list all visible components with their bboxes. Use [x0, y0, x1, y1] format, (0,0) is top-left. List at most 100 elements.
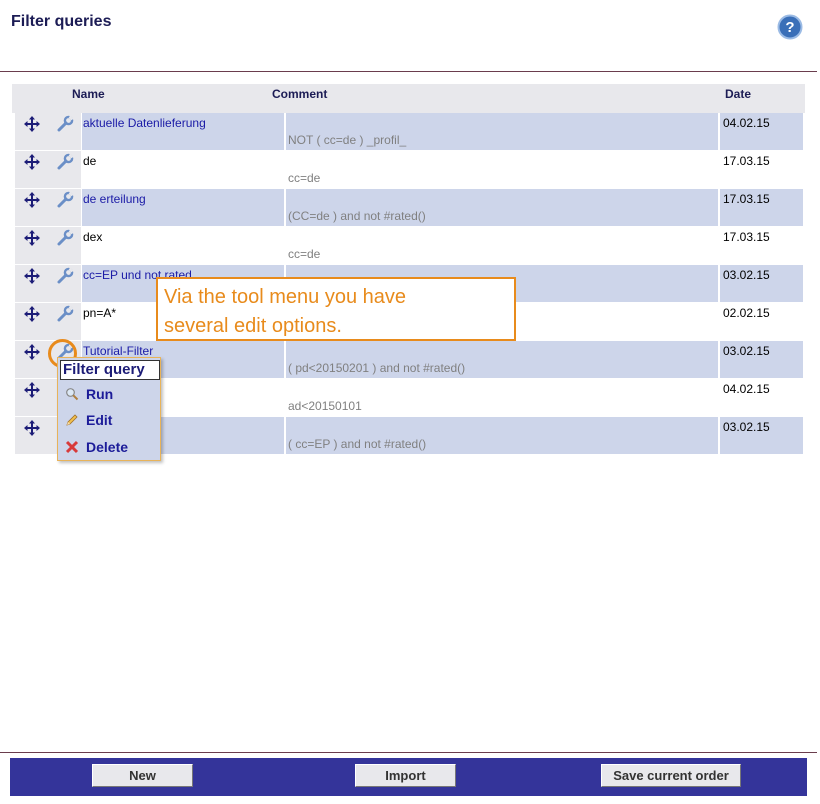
- query-comment: ( pd<20150201 ) and not #rated(): [288, 361, 466, 375]
- move-handle-icon[interactable]: [24, 230, 40, 246]
- tool-context-menu: Filter query Run Edit Delete: [57, 357, 161, 461]
- query-date: 02.02.15: [723, 306, 770, 320]
- query-name: de: [83, 154, 97, 168]
- query-comment: NOT ( cc=de ) _profil_: [288, 133, 407, 147]
- pencil-icon: [66, 414, 78, 426]
- tool-cell: [48, 265, 81, 302]
- table-row: de cc=de 17.03.15: [12, 151, 805, 189]
- query-date: 04.02.15: [723, 116, 770, 130]
- query-date: 17.03.15: [723, 230, 770, 244]
- comment-cell: (CC=de ) and not #rated(): [286, 189, 718, 226]
- move-cell: [15, 227, 48, 264]
- wrench-icon[interactable]: [56, 305, 74, 323]
- table-row: dex cc=de 17.03.15: [12, 227, 805, 265]
- move-handle-icon[interactable]: [24, 268, 40, 284]
- menu-item-delete[interactable]: Delete: [62, 438, 158, 458]
- query-comment: cc=de: [288, 171, 321, 185]
- footer-divider: [0, 752, 817, 753]
- move-cell: [15, 341, 48, 378]
- comment-cell: cc=de: [286, 227, 718, 264]
- move-handle-icon[interactable]: [24, 154, 40, 170]
- tool-cell: [48, 227, 81, 264]
- move-handle-icon[interactable]: [24, 306, 40, 322]
- move-handle-icon[interactable]: [24, 344, 40, 360]
- comment-cell: ad<20150101: [286, 379, 718, 416]
- tutorial-callout: Via the tool menu you have several edit …: [156, 277, 516, 341]
- query-name[interactable]: de erteilung: [83, 192, 146, 206]
- column-header-name[interactable]: Name: [72, 87, 105, 101]
- comment-cell: NOT ( cc=de ) _profil_: [286, 113, 718, 150]
- move-cell: [15, 265, 48, 302]
- table-row: de erteilung (CC=de ) and not #rated() 17.…: [12, 189, 805, 227]
- menu-item-run[interactable]: Run: [62, 385, 158, 405]
- column-header-comment[interactable]: Comment: [272, 87, 327, 101]
- tool-cell: [48, 303, 81, 340]
- date-cell: 03.02.15: [720, 417, 803, 454]
- date-cell: 04.02.15: [720, 379, 803, 416]
- date-cell: 03.02.15: [720, 341, 803, 378]
- help-icon[interactable]: ?: [777, 14, 803, 40]
- move-handle-icon[interactable]: [24, 420, 40, 436]
- save-current-order-button[interactable]: Save current order: [601, 764, 741, 787]
- date-cell: 17.03.15: [720, 189, 803, 226]
- move-cell: [15, 417, 48, 454]
- page-title: Filter queries: [11, 13, 112, 30]
- query-date: 04.02.15: [723, 382, 770, 396]
- menu-item-edit[interactable]: Edit: [62, 411, 158, 431]
- header-divider: [0, 71, 817, 72]
- context-menu-title: Filter query: [60, 360, 160, 380]
- move-cell: [15, 379, 48, 416]
- query-comment: cc=de: [288, 247, 321, 261]
- query-name: pn=A*: [83, 306, 117, 320]
- comment-cell: cc=de: [286, 151, 718, 188]
- menu-item-delete-label: Delete: [86, 439, 129, 455]
- query-date: 03.02.15: [723, 268, 770, 282]
- magnifier-icon: [66, 388, 79, 401]
- query-date: 03.02.15: [723, 344, 770, 358]
- comment-cell: ( cc=EP ) and not #rated(): [286, 417, 718, 454]
- move-cell: [15, 189, 48, 226]
- query-name: dex: [83, 230, 103, 244]
- date-cell: 17.03.15: [720, 227, 803, 264]
- query-comment: (CC=de ) and not #rated(): [288, 209, 426, 223]
- wrench-icon[interactable]: [56, 153, 74, 171]
- date-cell: 03.02.15: [720, 265, 803, 302]
- wrench-icon[interactable]: [56, 191, 74, 209]
- query-date: 17.03.15: [723, 192, 770, 206]
- menu-item-run-label: Run: [86, 386, 114, 402]
- date-cell: 04.02.15: [720, 113, 803, 150]
- tool-cell: [48, 151, 81, 188]
- name-cell: dex: [82, 227, 284, 264]
- move-handle-icon[interactable]: [24, 382, 40, 398]
- wrench-icon[interactable]: [56, 267, 74, 285]
- delete-x-icon: [65, 440, 79, 454]
- query-name[interactable]: Tutorial-Filter: [83, 344, 153, 358]
- move-cell: [15, 151, 48, 188]
- move-handle-icon[interactable]: [24, 116, 40, 132]
- name-cell: aktuelle Datenlieferung: [82, 113, 284, 150]
- name-cell: de: [82, 151, 284, 188]
- query-comment: ( cc=EP ) and not #rated(): [288, 437, 427, 451]
- footer-bar: New Import Save current order: [10, 758, 807, 796]
- wrench-icon[interactable]: [56, 115, 74, 133]
- query-date: 03.02.15: [723, 420, 770, 434]
- column-header-date[interactable]: Date: [725, 87, 751, 101]
- query-date: 17.03.15: [723, 154, 770, 168]
- import-button[interactable]: Import: [355, 764, 456, 787]
- tool-cell: [48, 189, 81, 226]
- table-row: aktuelle Datenlieferung NOT ( cc=de ) _pr…: [12, 113, 805, 151]
- date-cell: 02.02.15: [720, 303, 803, 340]
- svg-text:?: ?: [785, 19, 794, 36]
- name-cell: de erteilung: [82, 189, 284, 226]
- move-handle-icon[interactable]: [24, 192, 40, 208]
- query-comment: ad<20150101: [288, 399, 362, 413]
- query-name[interactable]: aktuelle Datenlieferung: [83, 116, 206, 130]
- move-cell: [15, 303, 48, 340]
- comment-cell: ( pd<20150201 ) and not #rated(): [286, 341, 718, 378]
- move-cell: [15, 113, 48, 150]
- table-header: Name Comment Date: [12, 84, 805, 113]
- wrench-icon[interactable]: [56, 229, 74, 247]
- date-cell: 17.03.15: [720, 151, 803, 188]
- callout-line-2: several edit options.: [164, 315, 342, 337]
- new-button[interactable]: New: [92, 764, 193, 787]
